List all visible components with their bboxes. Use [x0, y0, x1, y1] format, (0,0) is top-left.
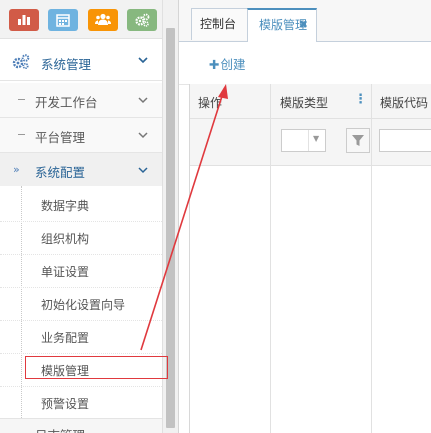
create-button-label: 创建 [220, 57, 246, 72]
submenu-item-label: 模版管理 [41, 364, 90, 378]
funnel-icon [352, 135, 364, 146]
column-menu-icon[interactable]: ⋮ [354, 93, 367, 107]
submenu-item-alert-settings[interactable]: 预警设置 [0, 386, 162, 420]
tab-bar: 控制台 模版管理 ✖ [179, 0, 431, 42]
data-grid: 操作 模版类型 ⋮ 模版代码 ▼ [189, 84, 431, 433]
submenu-item-label: 单证设置 [41, 265, 90, 279]
menu-item-label: 系统配置 [35, 165, 86, 180]
dropdown-caret: ▼ [308, 130, 325, 151]
submenu-item-label: 业务配置 [41, 331, 90, 345]
menu-item-dev-workbench[interactable]: 开发工作台 [0, 83, 162, 118]
submenu-item-init-wizard[interactable]: 初始化设置向导 [0, 287, 162, 321]
submenu-item-label: 组织机构 [41, 232, 90, 246]
tree-connector [18, 99, 25, 100]
main-content: 控制台 模版管理 ✖ ✚创建 操作 模版类型 ⋮ 模版代码 ▼ [178, 0, 431, 433]
plus-icon: ✚ [209, 57, 220, 72]
scrollbar-thumb[interactable] [166, 28, 175, 428]
template-type-filter-select[interactable]: ▼ [281, 129, 326, 152]
cogs-icon [12, 54, 30, 72]
chevron-down-icon [138, 97, 148, 104]
menu-item-label: 系统管理 [41, 57, 92, 72]
submenu-item-label: 预警设置 [41, 397, 90, 411]
filter-button[interactable] [346, 128, 370, 153]
chart-shortcut-button[interactable] [9, 9, 39, 31]
tab-template-management[interactable]: 模版管理 ✖ [247, 8, 317, 42]
column-header-actions[interactable]: 操作 [198, 94, 222, 111]
shortcut-bar [0, 0, 162, 39]
toolbar: ✚创建 [179, 42, 431, 85]
users-shortcut-button[interactable] [88, 9, 118, 31]
cogs-shortcut-button[interactable] [127, 9, 157, 31]
filter-row: ▼ [190, 119, 431, 166]
tab-label: 控制台 [200, 17, 237, 31]
submenu-item-label: 初始化设置向导 [41, 298, 126, 312]
tab-console[interactable]: 控制台 [191, 8, 249, 40]
sidebar: 系统管理 开发工作台 平台管理 » 系统配置 数据字典 组织机构 单证设置 初始… [0, 0, 178, 433]
calendar-shortcut-button[interactable] [48, 9, 78, 31]
menu-item-log-management[interactable]: 日志管理 [0, 418, 162, 433]
cogs-icon [134, 13, 149, 27]
menu-item-label: 开发工作台 [35, 95, 98, 110]
submenu-item-template-management[interactable]: 模版管理 [0, 353, 162, 387]
menu-item-label: 平台管理 [35, 130, 86, 145]
column-divider [371, 84, 372, 433]
chevron-down-icon [138, 132, 148, 139]
create-button[interactable]: ✚创建 [209, 54, 246, 73]
users-icon [95, 13, 111, 25]
double-angle-right-icon: » [13, 163, 20, 176]
column-header-template-code[interactable]: 模版代码 [380, 94, 428, 111]
column-divider [270, 84, 271, 433]
chart-icon [18, 15, 30, 25]
chevron-down-icon [138, 167, 148, 174]
sidebar-scrollbar[interactable] [162, 0, 178, 433]
grid-header: 操作 模版类型 ⋮ 模版代码 [190, 84, 431, 119]
menu-item-platform-management[interactable]: 平台管理 [0, 118, 162, 153]
submenu-item-business-config[interactable]: 业务配置 [0, 320, 162, 354]
chevron-down-icon [138, 57, 148, 64]
close-icon[interactable]: ✖ [299, 10, 308, 40]
column-header-template-type[interactable]: 模版类型 [280, 94, 328, 111]
tree-connector [18, 134, 25, 135]
submenu-item-organization[interactable]: 组织机构 [0, 221, 162, 255]
caret-down-icon: ▼ [313, 134, 320, 143]
calendar-icon [56, 14, 70, 27]
submenu-item-data-dictionary[interactable]: 数据字典 [0, 188, 162, 222]
menu-item-system-management[interactable]: 系统管理 [0, 42, 162, 81]
template-code-filter-input[interactable] [379, 129, 431, 152]
submenu-item-document-settings[interactable]: 单证设置 [0, 254, 162, 288]
submenu-item-label: 数据字典 [41, 199, 90, 213]
menu-item-label: 日志管理 [35, 425, 85, 433]
menu-item-system-config[interactable]: » 系统配置 [0, 153, 162, 188]
